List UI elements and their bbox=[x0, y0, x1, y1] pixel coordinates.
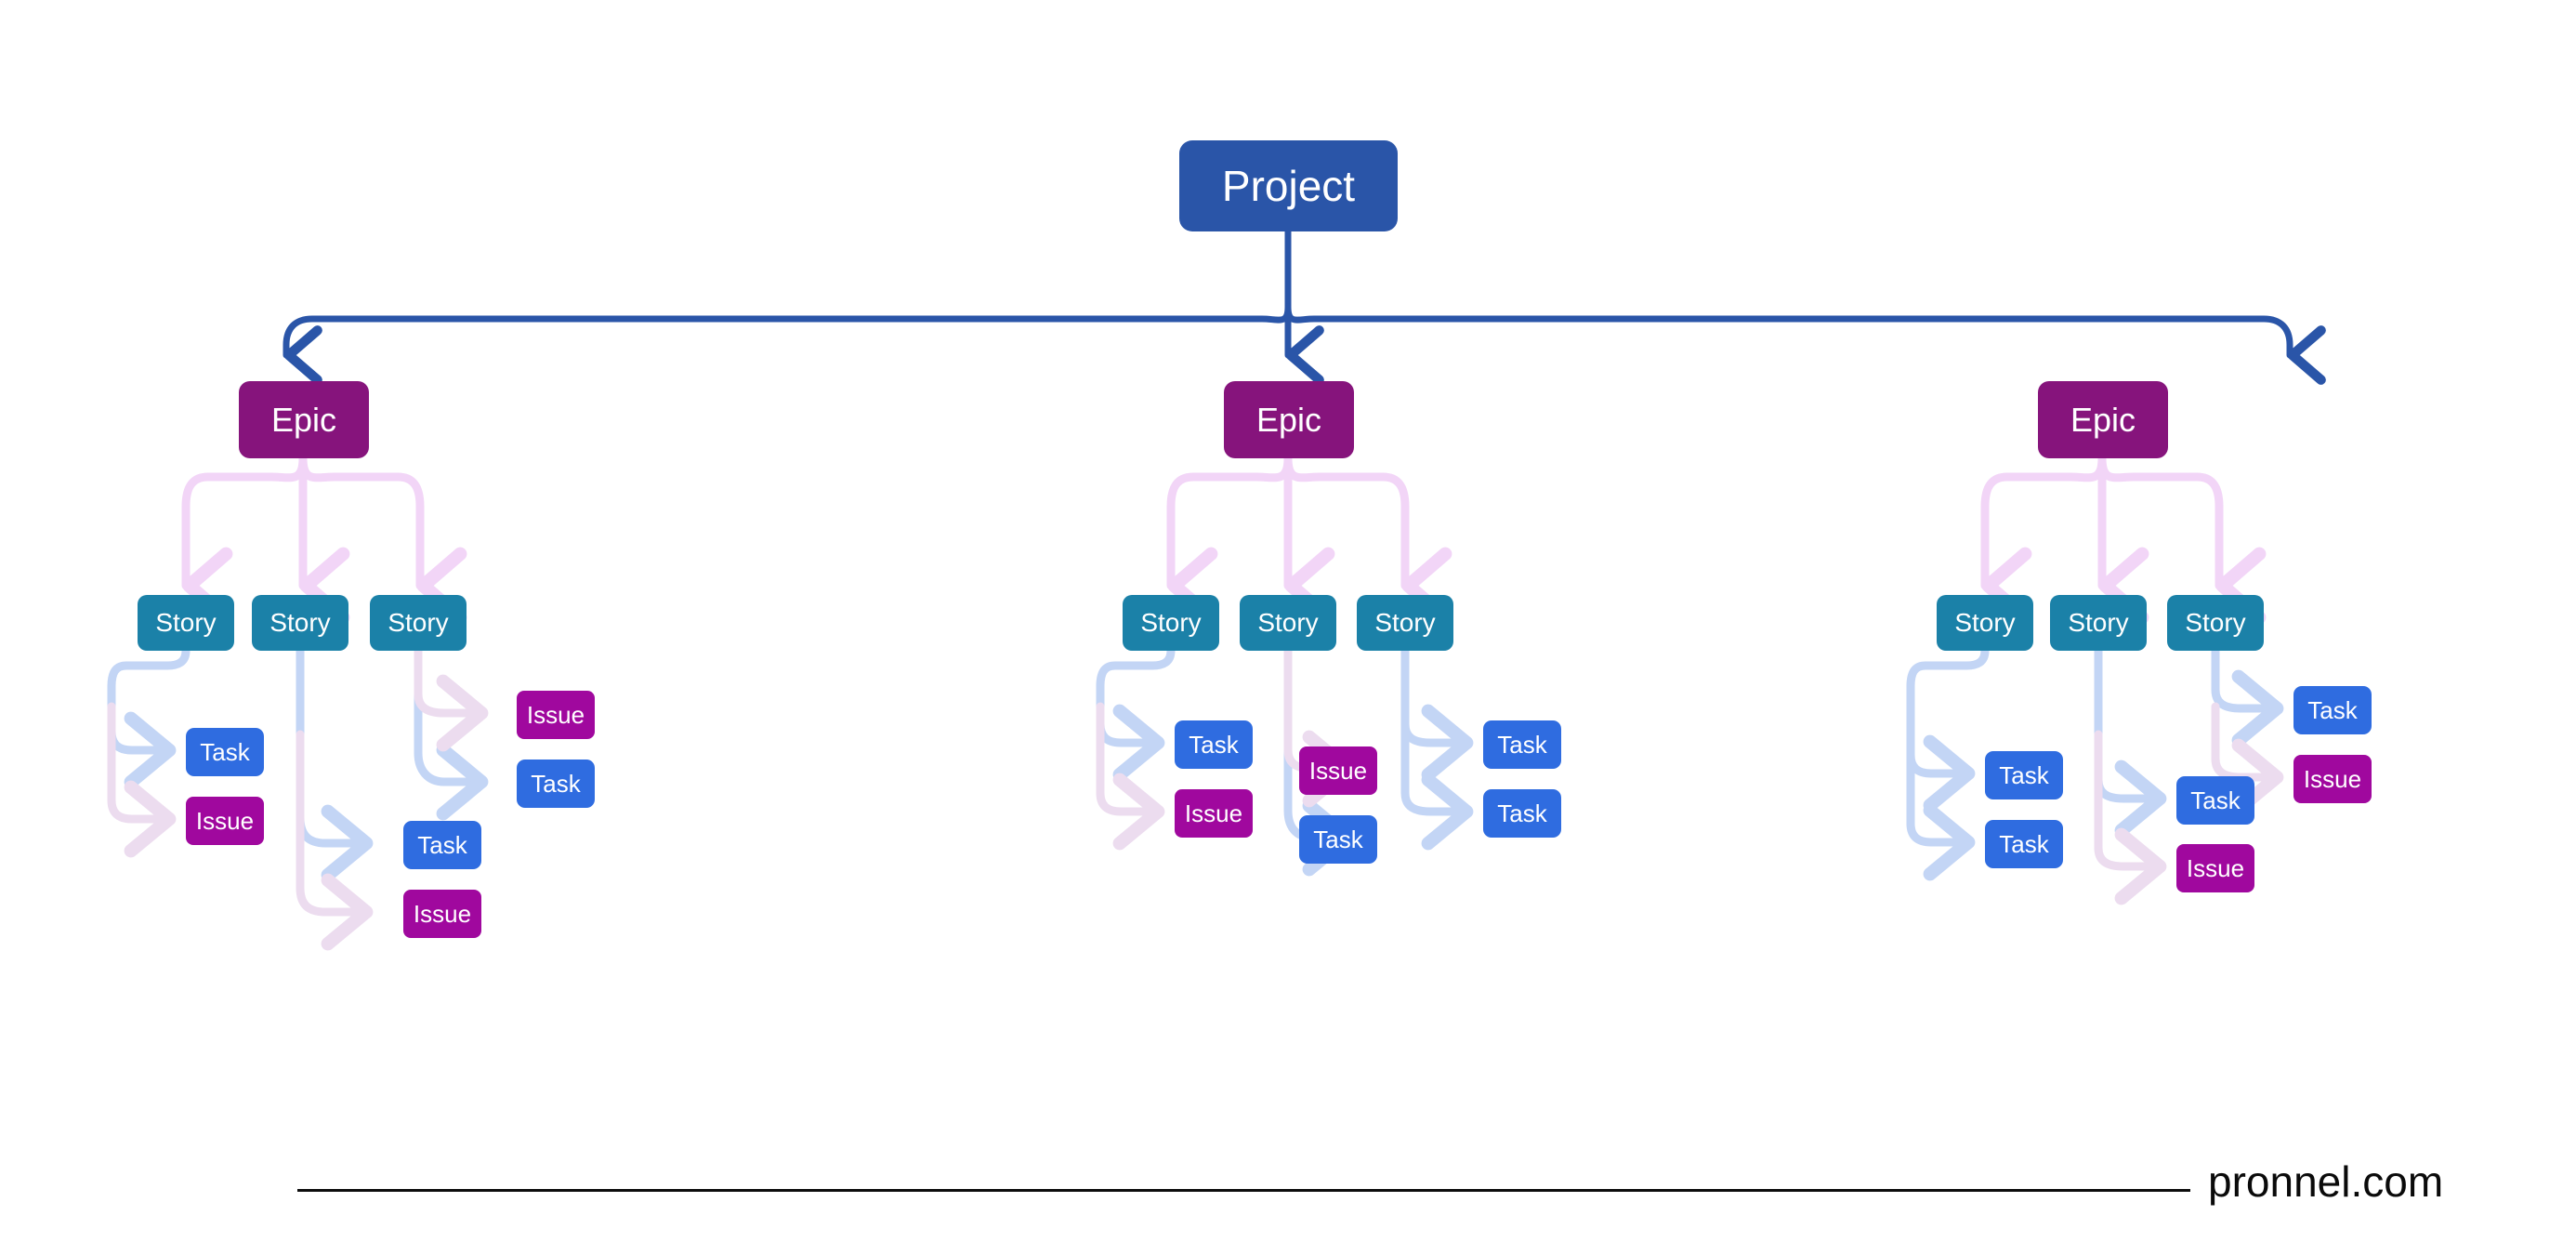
node-story-label: Story bbox=[1374, 608, 1436, 637]
node-story-2-1[interactable]: Story bbox=[1123, 595, 1219, 651]
node-issue-1-1-2[interactable]: Issue bbox=[186, 797, 264, 845]
node-epic-label: Epic bbox=[1255, 400, 1322, 439]
node-issue-3-3-2[interactable]: Issue bbox=[2293, 755, 2372, 803]
node-epic-1[interactable]: Epic bbox=[239, 381, 369, 458]
node-epic-label: Epic bbox=[270, 400, 337, 439]
node-leaf-label: Issue bbox=[195, 807, 255, 835]
node-story-3-2[interactable]: Story bbox=[2050, 595, 2147, 651]
node-leaf-label: Task bbox=[1999, 830, 2049, 858]
node-story-1-3[interactable]: Story bbox=[370, 595, 467, 651]
node-leaf-label: Task bbox=[1497, 731, 1547, 759]
node-issue-1-3-1[interactable]: Issue bbox=[517, 691, 595, 739]
node-leaf-label: Issue bbox=[1308, 757, 1368, 785]
node-epic-2[interactable]: Epic bbox=[1224, 381, 1354, 458]
node-story-1-1[interactable]: Story bbox=[138, 595, 234, 651]
story-to-issue-connectors bbox=[107, 646, 2284, 951]
node-leaf-label: Task bbox=[417, 831, 467, 859]
node-leaf-label: Issue bbox=[2186, 854, 2245, 882]
node-task-3-1-2[interactable]: Task bbox=[1985, 820, 2063, 868]
footer-site-label: pronnel.com bbox=[2208, 1157, 2444, 1206]
node-task-2-3-1[interactable]: Task bbox=[1483, 720, 1561, 769]
node-leaf-label: Issue bbox=[413, 900, 472, 928]
node-leaf-label: Task bbox=[2307, 696, 2358, 724]
node-epic-label: Epic bbox=[2070, 400, 2136, 439]
node-story-label: Story bbox=[155, 608, 217, 637]
node-task-1-3-2[interactable]: Task bbox=[517, 760, 595, 808]
node-leaf-label: Task bbox=[531, 770, 581, 798]
node-task-3-2-1[interactable]: Task bbox=[2176, 776, 2254, 825]
node-task-3-1-1[interactable]: Task bbox=[1985, 751, 2063, 799]
node-story-label: Story bbox=[388, 608, 449, 637]
node-leaf-label: Task bbox=[200, 738, 250, 766]
node-project-label: Project bbox=[1221, 162, 1356, 210]
node-story-label: Story bbox=[2185, 608, 2246, 637]
node-issue-1-2-2[interactable]: Issue bbox=[403, 890, 481, 938]
node-task-1-1-1[interactable]: Task bbox=[186, 728, 264, 776]
node-story-1-2[interactable]: Story bbox=[252, 595, 348, 651]
node-story-label: Story bbox=[1257, 608, 1319, 637]
epic-to-story-connectors bbox=[181, 454, 2267, 625]
node-story-label: Story bbox=[2068, 608, 2129, 637]
project-to-epic-connectors bbox=[283, 228, 2326, 385]
node-task-2-1-1[interactable]: Task bbox=[1175, 720, 1253, 769]
node-task-3-3-1[interactable]: Task bbox=[2293, 686, 2372, 734]
node-story-label: Story bbox=[1140, 608, 1202, 637]
node-leaf-label: Issue bbox=[526, 701, 585, 729]
node-task-1-2-1[interactable]: Task bbox=[403, 821, 481, 869]
node-story-label: Story bbox=[1954, 608, 2016, 637]
diagram-canvas: Project Epic Story Story Story Task Issu… bbox=[0, 0, 2576, 1255]
node-story-2-3[interactable]: Story bbox=[1357, 595, 1453, 651]
node-story-label: Story bbox=[269, 608, 331, 637]
node-issue-2-2-1[interactable]: Issue bbox=[1299, 746, 1377, 795]
node-story-3-3[interactable]: Story bbox=[2167, 595, 2264, 651]
node-task-2-3-2[interactable]: Task bbox=[1483, 789, 1561, 838]
node-task-2-2-2[interactable]: Task bbox=[1299, 815, 1377, 864]
node-story-3-1[interactable]: Story bbox=[1937, 595, 2033, 651]
node-leaf-label: Task bbox=[1189, 731, 1239, 759]
node-leaf-label: Task bbox=[2190, 786, 2241, 814]
node-story-2-2[interactable]: Story bbox=[1240, 595, 1336, 651]
node-leaf-label: Task bbox=[1999, 761, 2049, 789]
node-issue-2-1-2[interactable]: Issue bbox=[1175, 789, 1253, 838]
node-issue-3-2-2[interactable]: Issue bbox=[2176, 844, 2254, 892]
node-leaf-label: Task bbox=[1497, 799, 1547, 827]
node-project[interactable]: Project bbox=[1179, 140, 1398, 231]
footer-divider bbox=[297, 1189, 2190, 1192]
node-epic-3[interactable]: Epic bbox=[2038, 381, 2168, 458]
node-leaf-label: Task bbox=[1313, 826, 1363, 853]
node-leaf-label: Issue bbox=[2303, 765, 2362, 793]
node-leaf-label: Issue bbox=[1184, 799, 1243, 827]
